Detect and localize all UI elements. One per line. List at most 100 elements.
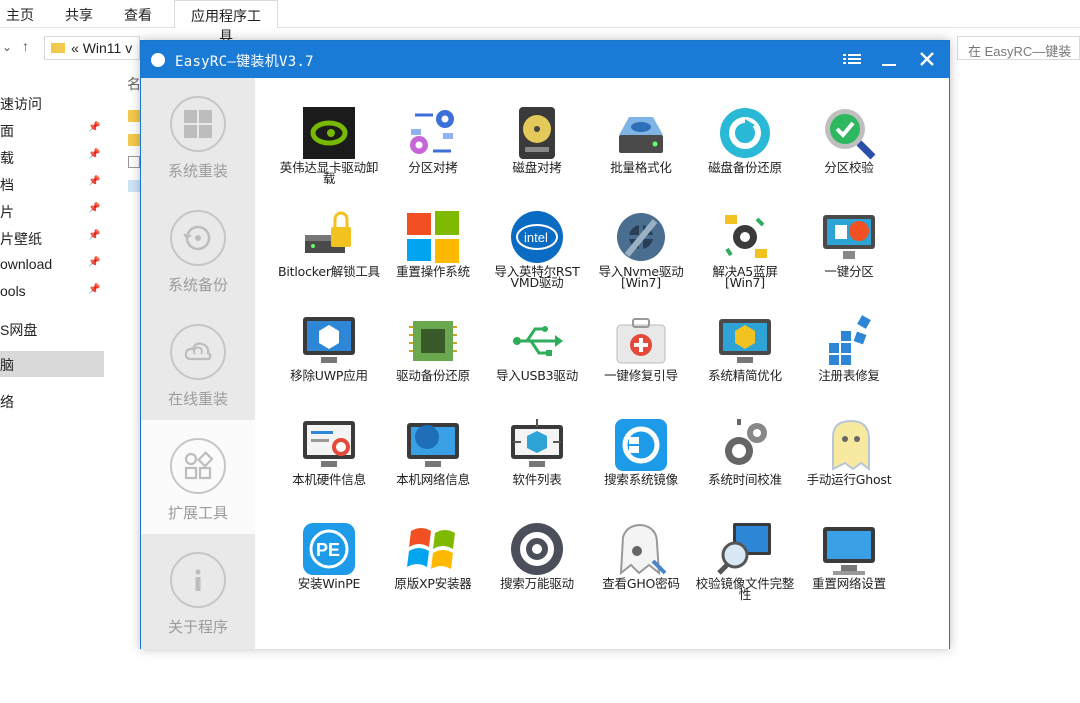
- nav-item-label: 络: [0, 394, 14, 410]
- sidebar-item-1[interactable]: 系统备份: [141, 192, 255, 306]
- disk-format-icon: [619, 117, 663, 153]
- minimize-icon[interactable]: [876, 47, 902, 71]
- nav-item[interactable]: S网盘: [0, 316, 104, 342]
- tool-item[interactable]: 注册表修复: [797, 293, 901, 397]
- sidebar-item-0[interactable]: 系统重装: [141, 78, 255, 192]
- tool-label: 驱动备份还原: [396, 368, 470, 383]
- search-input[interactable]: 在 EasyRC—键装: [957, 36, 1080, 60]
- ribbon-tab-home[interactable]: 主页: [6, 5, 34, 25]
- column-header-name[interactable]: 名: [127, 74, 141, 94]
- tool-item[interactable]: 查看GHO密码: [589, 501, 693, 605]
- ribbon-tab-view[interactable]: 查看: [124, 5, 152, 25]
- tool-label: 导入Nvme驱动[Win7]: [598, 264, 684, 290]
- nav-item[interactable]: 脑: [0, 351, 104, 377]
- tool-item[interactable]: 导入USB3驱动: [485, 293, 589, 397]
- tool-label: 本机硬件信息: [292, 472, 366, 487]
- time-sync-icon: [725, 419, 767, 465]
- boot-repair-icon: [616, 318, 666, 364]
- tool-item[interactable]: 系统时间校准: [693, 397, 797, 501]
- hard-disk-icon: [519, 107, 555, 159]
- nvidia-icon: [303, 107, 355, 159]
- tool-item[interactable]: 导入Nvme驱动[Win7]: [589, 189, 693, 293]
- tool-label: 移除UWP应用: [290, 368, 368, 383]
- tool-item[interactable]: 一键修复引导: [589, 293, 693, 397]
- ribbon-tab-share[interactable]: 共享: [65, 5, 93, 25]
- svg-text:intel: intel: [524, 230, 548, 245]
- tool-label: 查看GHO密码: [602, 576, 680, 591]
- up-arrow-icon[interactable]: ↑: [22, 38, 29, 54]
- tool-item[interactable]: 搜索系统镜像: [589, 397, 693, 501]
- tool-item[interactable]: 手动运行Ghost: [797, 397, 901, 501]
- driver-search-icon: [511, 523, 563, 575]
- tool-item[interactable]: 磁盘备份还原: [693, 85, 797, 189]
- nav-item[interactable]: 络: [0, 388, 104, 414]
- tool-item[interactable]: 分区对拷: [381, 85, 485, 189]
- tool-item[interactable]: 英伟达显卡驱动卸载: [277, 85, 381, 189]
- sidebar-item-2[interactable]: 在线重装: [141, 306, 255, 420]
- window-title: EasyRC—键装机V3.7: [175, 54, 314, 70]
- tool-item[interactable]: 搜索万能驱动: [485, 501, 589, 605]
- address-input[interactable]: « Win11 v: [44, 36, 140, 60]
- tool-label: 重置网络设置: [812, 576, 886, 591]
- close-icon[interactable]: [914, 47, 940, 71]
- tool-item[interactable]: 校验镜像文件完整性: [693, 501, 797, 605]
- nav-item[interactable]: ownload 📌: [0, 252, 104, 278]
- tool-item[interactable]: 本机网络信息: [381, 397, 485, 501]
- gho-password-icon: [619, 523, 667, 576]
- tool-item[interactable]: Bitlocker解锁工具: [277, 189, 381, 293]
- tool-item[interactable]: 分区校验: [797, 85, 901, 189]
- menu-icon[interactable]: [839, 47, 865, 71]
- tool-item[interactable]: 软件列表: [485, 397, 589, 501]
- partition-copy-icon: [410, 110, 454, 154]
- tool-label: 分区校验: [824, 160, 874, 175]
- nav-item[interactable]: ools 📌: [0, 279, 104, 305]
- tool-item[interactable]: 一键分区: [797, 189, 901, 293]
- tool-label: 导入英特尔RST VMD驱动: [494, 264, 580, 290]
- tool-item[interactable]: 原版XP安装器: [381, 501, 485, 605]
- tool-item[interactable]: 本机硬件信息: [277, 397, 381, 501]
- explorer-ribbon: 主页 共享 查看 应用程序工具: [0, 0, 1080, 44]
- ribbon-tab-app-tools[interactable]: 应用程序工具: [174, 0, 278, 44]
- easyrc-window: EasyRC—键装机V3.7 系统重装 系统备份 在线重装 扩展工具 关于程序 英伟达显…: [140, 40, 950, 649]
- apps-icon: [170, 438, 226, 494]
- tool-label: 分区对拷: [408, 160, 458, 175]
- sidebar-item-4[interactable]: 关于程序: [141, 534, 255, 648]
- tool-label: 重置操作系统: [396, 264, 470, 279]
- navigation-pane: 速访问面 📌 载 📌 档 📌 片 📌 片壁纸 📌 ownload 📌 ools 📌 S网盘脑络: [0, 80, 104, 420]
- tool-label: 系统精简优化: [708, 368, 782, 383]
- tool-item[interactable]: 重置网络设置: [797, 501, 901, 605]
- file-icon: [128, 156, 140, 168]
- tool-item[interactable]: 移除UWP应用: [277, 293, 381, 397]
- svg-text:PE: PE: [316, 540, 340, 560]
- tool-item[interactable]: PE 安装WinPE: [277, 501, 381, 605]
- nav-item[interactable]: 面 📌: [0, 117, 104, 143]
- tool-label: 安装WinPE: [297, 576, 361, 591]
- tool-label: 搜索系统镜像: [604, 472, 678, 487]
- nav-item[interactable]: 档 📌: [0, 171, 104, 197]
- nav-item[interactable]: 片壁纸 📌: [0, 225, 104, 251]
- tool-item[interactable]: 批量格式化: [589, 85, 693, 189]
- nav-item-label: 载: [0, 150, 14, 166]
- tool-item[interactable]: intel 导入英特尔RST VMD驱动: [485, 189, 589, 293]
- tool-label: 导入USB3驱动: [495, 368, 578, 383]
- tool-item[interactable]: 磁盘对拷: [485, 85, 589, 189]
- tool-label: 解决A5蓝屏[Win7]: [712, 264, 778, 290]
- tool-item[interactable]: 解决A5蓝屏[Win7]: [693, 189, 797, 293]
- tool-item[interactable]: 系统精简优化: [693, 293, 797, 397]
- tool-label: 注册表修复: [818, 368, 880, 383]
- partition-check-icon: [825, 109, 876, 160]
- image-verify-icon: [717, 523, 771, 575]
- nav-item-label: 片: [0, 204, 14, 220]
- tool-item[interactable]: 重置操作系统: [381, 189, 485, 293]
- nav-item[interactable]: 片 📌: [0, 198, 104, 224]
- tool-label: 本机网络信息: [396, 472, 470, 487]
- registry-repair-icon: [829, 315, 871, 365]
- windows-xp-icon: [407, 528, 455, 569]
- tool-label: Bitlocker解锁工具: [278, 264, 380, 279]
- chevron-down-icon[interactable]: ⌄: [2, 40, 12, 54]
- nav-item[interactable]: 载 📌: [0, 144, 104, 170]
- nav-item[interactable]: 速访问: [0, 90, 104, 116]
- tool-item[interactable]: 驱动备份还原: [381, 293, 485, 397]
- sidebar-item-3[interactable]: 扩展工具: [141, 420, 255, 534]
- folder-icon: [51, 43, 65, 53]
